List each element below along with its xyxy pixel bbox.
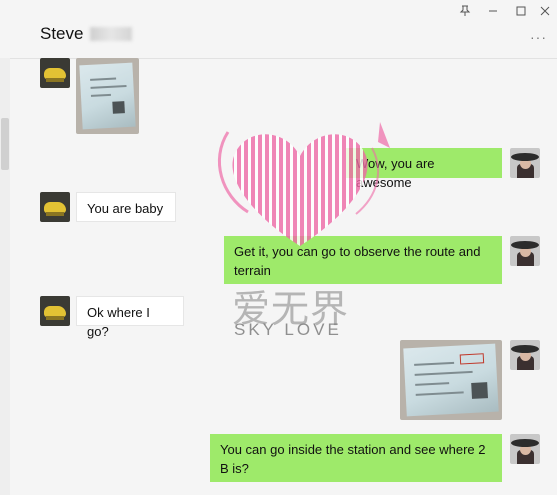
hat-icon [511,241,539,249]
message-bubble-out[interactable]: Wow, you are awesome [346,148,502,190]
hat-icon [511,153,539,161]
pin-icon[interactable] [459,5,471,21]
chat-header: Steve ··· [0,0,557,59]
my-avatar[interactable] [510,434,540,464]
steve-avatar[interactable] [40,296,70,326]
minimize-icon[interactable] [487,5,499,21]
message-bubble-in[interactable]: You are baby [76,192,176,222]
scrollbar-thumb[interactable] [1,118,9,170]
ticket-image[interactable] [400,340,502,420]
message-bubble-in[interactable]: Ok where I go? [76,296,184,339]
steve-avatar[interactable] [40,192,70,222]
message-bubble-out[interactable]: Get it, you can go to observe the route … [224,236,502,284]
message-bubble-out[interactable]: You can go inside the station and see wh… [210,434,502,482]
hat-icon [511,345,539,353]
maximize-icon[interactable] [515,5,527,21]
my-avatar[interactable] [510,236,540,266]
message-list[interactable]: Wow, you are awesome You are baby Get it… [10,58,557,495]
my-avatar[interactable] [510,148,540,178]
scrollbar-track[interactable] [0,58,10,495]
my-avatar[interactable] [510,340,540,370]
more-icon[interactable]: ··· [530,29,547,45]
close-icon[interactable] [539,5,551,21]
hat-icon [511,439,539,447]
qr-code-icon [471,382,488,399]
qr-code-icon [112,101,125,114]
steve-avatar[interactable] [40,58,70,88]
contact-name: Steve [40,24,84,43]
ticket-image[interactable] [76,58,139,134]
contact-name-redaction [90,27,132,41]
